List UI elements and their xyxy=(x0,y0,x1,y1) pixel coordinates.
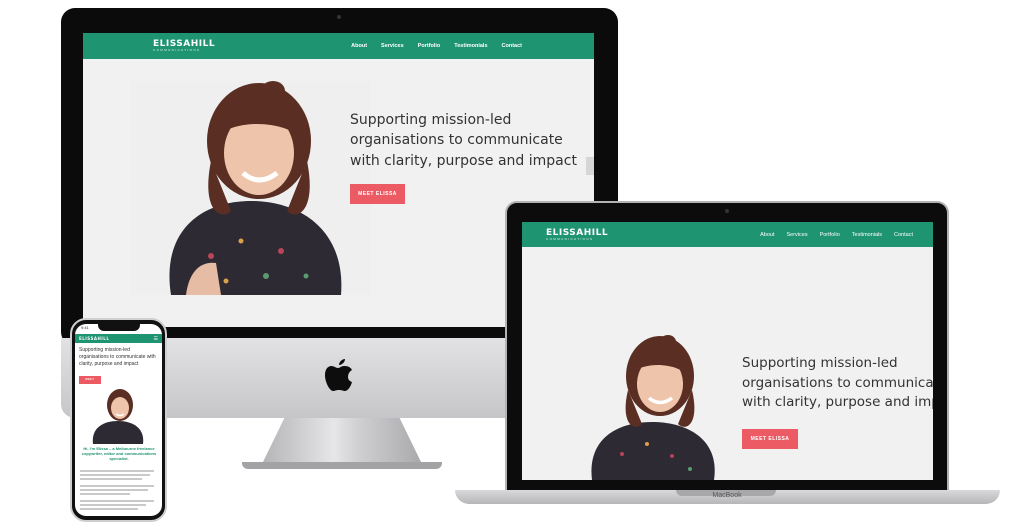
nav-testimonials[interactable]: Testimonials xyxy=(454,43,487,49)
imac-hero-text: Supporting mission-led organisations to … xyxy=(350,110,577,171)
nav-portfolio[interactable]: Portfolio xyxy=(418,43,441,49)
nav-services[interactable]: Services xyxy=(786,232,807,238)
hero-photo xyxy=(92,389,144,444)
phone-hero-text: Supporting mission-led organisations to … xyxy=(79,347,156,367)
logo-subtext: COMMUNICATIONS xyxy=(546,236,594,241)
nav-services[interactable]: Services xyxy=(381,43,404,49)
hero-line-1: Supporting mission-led xyxy=(350,112,512,128)
laptop-screen: ELISSAHILL COMMUNICATIONS About Services… xyxy=(522,222,933,480)
laptop-nav-links: About Services Portfolio Testimonials Co… xyxy=(760,232,913,238)
laptop-brand-label: MacBook xyxy=(712,492,742,499)
hamburger-menu-icon[interactable]: ☰ xyxy=(154,336,158,342)
nav-portfolio[interactable]: Portfolio xyxy=(820,232,840,238)
hero-photo xyxy=(131,81,371,295)
apple-logo-icon xyxy=(325,359,352,391)
imac-camera xyxy=(337,15,341,19)
logo-subtext: COMMUNICATIONS xyxy=(153,48,201,52)
imac-logo[interactable]: ELISSAHILL COMMUNICATIONS xyxy=(153,40,215,52)
laptop-hero-text: Supporting mission-led organisations to … xyxy=(742,354,933,413)
imac-stand xyxy=(262,418,422,464)
laptop-logo[interactable]: ELISSAHILL COMMUNICATIONS xyxy=(546,228,608,241)
phone-status-time: 9:41 xyxy=(81,325,89,330)
logo-text: ELISSAHILL xyxy=(79,335,110,341)
hero-line-3: with clarity, purpose and impact xyxy=(742,394,933,411)
phone-logo[interactable]: ELISSAHILL xyxy=(79,335,110,341)
meet-elissa-button[interactable]: MEET ELISSA xyxy=(742,429,798,449)
phone-notch xyxy=(98,324,140,331)
hero-photo xyxy=(591,335,715,480)
laptop-navbar: ELISSAHILL COMMUNICATIONS About Services… xyxy=(522,222,933,247)
nav-testimonials[interactable]: Testimonials xyxy=(852,232,882,238)
imac-nav-links: About Services Portfolio Testimonials Co… xyxy=(351,43,522,49)
hero-line-3: with clarity, purpose and impact xyxy=(350,152,577,169)
nav-about[interactable]: About xyxy=(351,43,367,49)
hero-line-2: organisations to communicate xyxy=(742,374,933,391)
hero-line-1: Supporting mission-led xyxy=(742,355,898,371)
nav-contact[interactable]: Contact xyxy=(894,232,913,238)
imac-scroll-handle[interactable] xyxy=(586,157,594,175)
phone-screen: 9:41 ELISSAHILL ☰ Supporting mission-led… xyxy=(75,324,162,516)
laptop-camera xyxy=(725,209,729,213)
meet-elissa-button[interactable]: MEET ELISSA xyxy=(350,184,405,204)
imac-stand-base xyxy=(242,462,442,469)
phone-intro-heading: Hi, I'm Elissa – a Melbourne freelance c… xyxy=(81,446,157,462)
hero-line-2: organisations to communicate xyxy=(350,132,563,149)
nav-contact[interactable]: Contact xyxy=(502,43,522,49)
imac-navbar: ELISSAHILL COMMUNICATIONS About Services… xyxy=(83,33,594,59)
meet-elissa-button[interactable]: MEET ELISSA xyxy=(79,376,101,389)
phone-navbar: ELISSAHILL ☰ xyxy=(75,334,162,343)
nav-about[interactable]: About xyxy=(760,232,774,238)
